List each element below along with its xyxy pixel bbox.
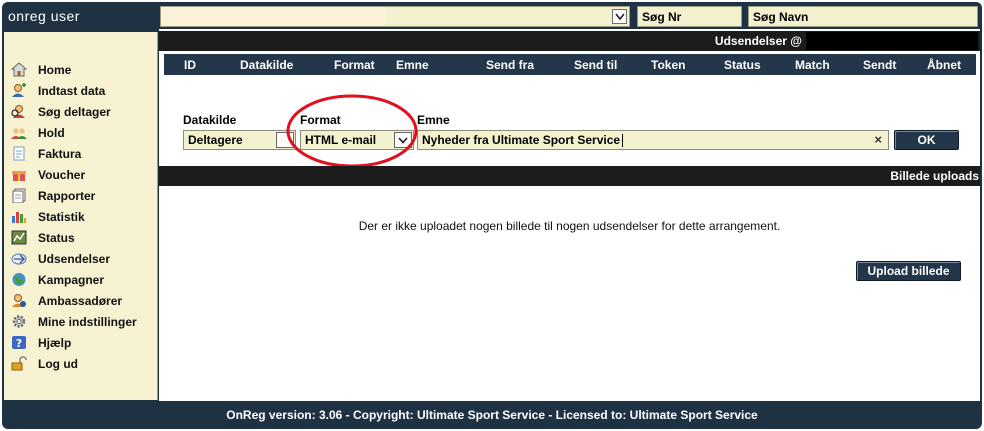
search-bar: Søg Nr Søg Navn	[160, 5, 978, 29]
ambassador-icon	[10, 293, 28, 309]
empty-message: Der er ikke uploadet nogen billede til n…	[358, 219, 781, 233]
status-icon	[10, 230, 28, 246]
search-navn-input[interactable]: Søg Navn	[748, 6, 978, 27]
emne-input[interactable]: Nyheder fra Ultimate Sport Service ×	[417, 130, 889, 150]
gear-icon	[10, 314, 28, 330]
sidebar-item-faktura[interactable]: Faktura	[10, 143, 158, 164]
sidebar-item-indtast-data[interactable]: Indtast data	[10, 80, 158, 101]
app-frame: onreg user Søg Nr Søg Navn Home Indtast …	[2, 2, 982, 429]
sidebar-item-hold[interactable]: Hold	[10, 122, 158, 143]
sidebar-item-label: Home	[38, 62, 72, 77]
col-format[interactable]: Format	[334, 58, 375, 72]
mail-send-icon	[10, 251, 28, 267]
app-title: onreg user	[8, 8, 80, 24]
ok-button[interactable]: OK	[894, 130, 959, 150]
sidebar-item-log-ud[interactable]: Log ud	[10, 353, 158, 374]
gift-icon	[10, 167, 28, 183]
col-token[interactable]: Token	[651, 58, 685, 72]
padlock-open-icon	[10, 356, 28, 372]
event-select[interactable]	[160, 6, 630, 27]
sidebar-item-label: Mine indstillinger	[38, 314, 137, 329]
datakilde-label: Datakilde	[183, 113, 237, 127]
sidebar-item-label: Udsendelser	[38, 251, 111, 266]
col-sendt[interactable]: Sendt	[863, 58, 896, 72]
datakilde-select[interactable]: Deltagere	[183, 130, 296, 150]
footer-copyright: OnReg version: 3.06 - Copyright: Ultimat…	[226, 408, 758, 422]
col-send-til[interactable]: Send til	[574, 58, 617, 72]
person-add-icon	[10, 83, 28, 99]
sidebar-item-rapporter[interactable]: Rapporter	[10, 185, 158, 206]
svg-text:?: ?	[16, 337, 22, 350]
sidebar-item-hjaelp[interactable]: ? Hjælp	[10, 332, 158, 353]
emne-label: Emne	[417, 113, 450, 127]
billede-uploads-title: Billede uploads	[890, 169, 979, 183]
house-icon	[10, 62, 28, 78]
sidebar-item-voucher[interactable]: Voucher	[10, 164, 158, 185]
col-send-fra[interactable]: Send fra	[486, 58, 534, 72]
event-name-redacted	[806, 32, 978, 50]
chevron-down-icon[interactable]	[612, 9, 627, 24]
sidebar-item-label: Rapporter	[38, 188, 96, 203]
invoice-icon	[10, 146, 28, 162]
help-icon: ?	[10, 335, 28, 351]
udsendelser-title: Udsendelser @	[714, 34, 802, 48]
sidebar-item-home[interactable]: Home	[10, 59, 158, 80]
col-status[interactable]: Status	[724, 58, 761, 72]
udsendelser-title-bar: Udsendelser @	[159, 31, 980, 51]
sidebar-item-label: Statistik	[38, 209, 85, 224]
sidebar-item-label: Status	[38, 230, 75, 245]
magnifier-icon	[10, 104, 28, 120]
sidebar-item-sog-deltager[interactable]: Søg deltager	[10, 101, 158, 122]
sidebar-item-label: Hold	[38, 125, 65, 140]
sidebar-item-mine-indstillinger[interactable]: Mine indstillinger	[10, 311, 158, 332]
sidebar-item-statistik[interactable]: Statistik	[10, 206, 158, 227]
format-select[interactable]: HTML e-mail	[300, 130, 414, 150]
udsendelser-table-header: ID Datakilde Format Emne Send fra Send t…	[164, 54, 976, 75]
col-id[interactable]: ID	[184, 58, 196, 72]
nav-list: Home Indtast data Søg deltager Hold Fakt…	[10, 59, 158, 374]
col-datakilde[interactable]: Datakilde	[240, 58, 293, 72]
sidebar-item-ambassadorer[interactable]: Ambassadører	[10, 290, 158, 311]
chevron-down-icon[interactable]	[276, 132, 294, 148]
sidebar-item-status[interactable]: Status	[10, 227, 158, 248]
search-nr-input[interactable]: Søg Nr	[637, 6, 742, 27]
sidebar-item-kampagner[interactable]: Kampagner	[10, 269, 158, 290]
group-icon	[10, 125, 28, 141]
sidebar: Home Indtast data Søg deltager Hold Fakt…	[4, 32, 158, 400]
upload-billede-button[interactable]: Upload billede	[856, 261, 961, 281]
col-match[interactable]: Match	[795, 58, 830, 72]
sidebar-item-label: Log ud	[38, 356, 78, 371]
bar-chart-icon	[10, 209, 28, 225]
main-content: Udsendelser @ ID Datakilde Format Emne S…	[159, 29, 980, 401]
datakilde-value: Deltagere	[188, 133, 243, 147]
clear-icon[interactable]: ×	[874, 132, 882, 147]
format-value: HTML e-mail	[305, 133, 377, 147]
sidebar-item-label: Søg deltager	[38, 104, 111, 119]
report-icon	[10, 188, 28, 204]
sidebar-item-label: Indtast data	[38, 83, 106, 98]
sidebar-item-label: Voucher	[38, 167, 86, 182]
sidebar-item-udsendelser[interactable]: Udsendelser	[10, 248, 158, 269]
emne-value: Nyheder fra Ultimate Sport Service	[422, 133, 621, 147]
format-label: Format	[300, 113, 341, 127]
sidebar-item-label: Faktura	[38, 146, 82, 161]
sidebar-item-label: Ambassadører	[38, 293, 123, 308]
chevron-down-icon[interactable]	[394, 132, 412, 148]
col-emne[interactable]: Emne	[396, 58, 429, 72]
sidebar-item-label: Kampagner	[38, 272, 105, 287]
col-abnet[interactable]: Åbnet	[927, 58, 961, 72]
text-cursor	[622, 134, 624, 148]
sidebar-item-label: Hjælp	[38, 335, 72, 350]
billede-uploads-bar: Billede uploads	[159, 166, 980, 186]
globe-icon	[10, 272, 28, 288]
